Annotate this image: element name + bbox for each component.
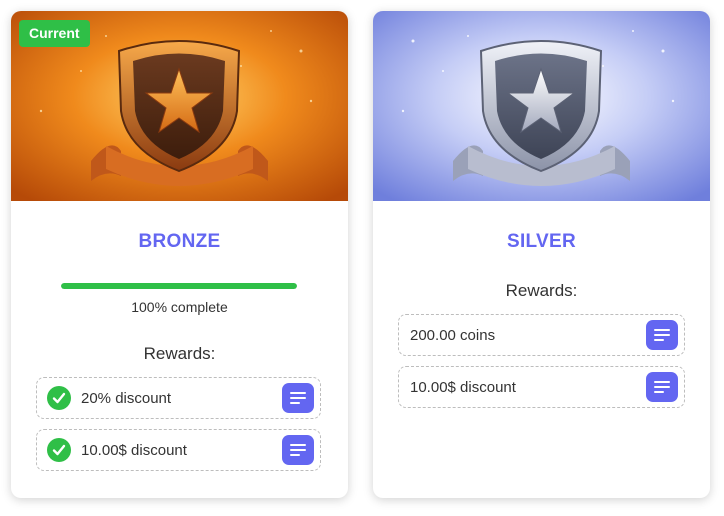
silver-hero-image [373, 11, 710, 201]
silver-shield-icon [373, 11, 710, 201]
reward-item: 20% discount [36, 377, 321, 419]
reward-details-button[interactable] [646, 320, 678, 350]
current-badge: Current [19, 20, 90, 47]
details-lines-icon [290, 392, 306, 404]
progress-text: 100% complete [131, 299, 228, 315]
details-lines-icon [290, 444, 306, 456]
tier-title: BRONZE [138, 231, 221, 252]
tier-card-silver: SILVER Rewards: 200.00 coins 10.00$ disc… [373, 11, 710, 498]
reward-text: 200.00 coins [410, 326, 496, 344]
rewards-label: Rewards: [143, 344, 216, 363]
details-lines-icon [654, 329, 670, 341]
reward-item: 10.00$ discount [36, 429, 321, 471]
tier-card-bronze: Current BRONZE 100% complete Rewards: 20… [11, 11, 348, 498]
reward-item: 10.00$ discount [398, 366, 685, 408]
progress-fill [61, 283, 297, 289]
reward-item: 200.00 coins [398, 314, 685, 356]
reward-text: 10.00$ discount [410, 378, 516, 396]
reward-details-button[interactable] [282, 435, 314, 465]
bronze-hero-image: Current [11, 11, 348, 201]
reward-text: 10.00$ discount [81, 441, 187, 459]
details-lines-icon [654, 381, 670, 393]
tier-title: SILVER [506, 231, 576, 252]
progress-bar [61, 283, 297, 289]
rewards-label: Rewards: [505, 281, 578, 300]
reward-details-button[interactable] [646, 372, 678, 402]
check-circle-icon [47, 386, 71, 410]
reward-text: 20% discount [81, 389, 172, 407]
reward-details-button[interactable] [282, 383, 314, 413]
check-circle-icon [47, 438, 71, 462]
